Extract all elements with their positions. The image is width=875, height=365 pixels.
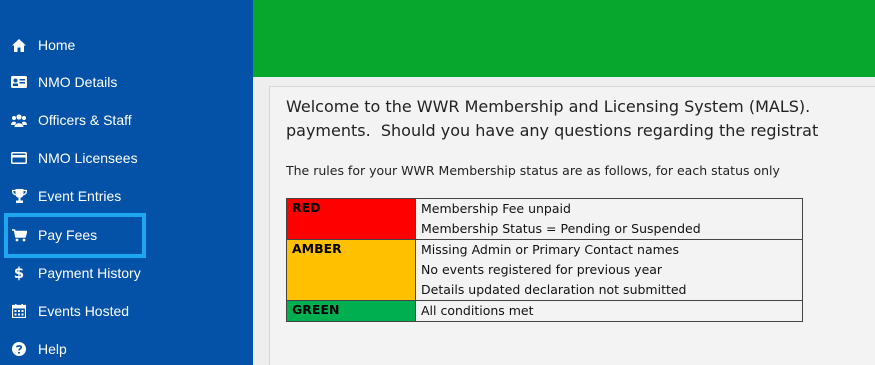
id-card-icon (11, 74, 27, 90)
sidebar-item-label: Event Entries (38, 188, 122, 204)
status-rules-table: RED Membership Fee unpaid Membership Sta… (286, 198, 803, 322)
status-red-conditions: Membership Fee unpaid Membership Status … (415, 198, 803, 240)
trophy-icon (11, 188, 27, 204)
sidebar-item-label: Officers & Staff (38, 112, 132, 128)
table-row: RED Membership Fee unpaid Membership Sta… (286, 198, 803, 240)
status-red-cell: RED (286, 198, 416, 240)
calendar-icon (11, 303, 27, 319)
status-green-conditions: All conditions met (415, 300, 803, 322)
status-amber-conditions: Missing Admin or Primary Contact names N… (415, 239, 803, 301)
home-icon (11, 37, 27, 53)
sidebar-item-events-hosted[interactable]: Events Hosted (0, 292, 253, 330)
condition-item: Details updated declaration not submitte… (421, 282, 687, 297)
condition-item: Missing Admin or Primary Contact names (421, 242, 680, 257)
sidebar-item-label: Pay Fees (38, 227, 98, 243)
rules-intro: The rules for your WWR Membership status… (286, 163, 780, 178)
condition-item: No events registered for previous year (421, 262, 663, 277)
table-row: AMBER Missing Admin or Primary Contact n… (286, 239, 803, 301)
sidebar-item-help[interactable]: Help (0, 330, 253, 365)
sidebar-item-home[interactable]: Home (0, 26, 253, 64)
sidebar: Home NMO Details Officers & Staff NMO Li… (0, 0, 253, 365)
welcome-line-1: Welcome to the WWR Membership and Licens… (286, 97, 811, 116)
question-icon (11, 341, 27, 357)
sidebar-item-label: Events Hosted (38, 303, 130, 319)
status-green-cell: GREEN (286, 300, 416, 322)
cart-icon (11, 227, 27, 243)
sidebar-item-payment-history[interactable]: $ Payment History (0, 254, 253, 292)
status-amber-cell: AMBER (286, 239, 416, 301)
sidebar-item-officers-staff[interactable]: Officers & Staff (0, 101, 253, 139)
sidebar-item-pay-fees[interactable]: Pay Fees (0, 216, 253, 254)
sidebar-item-label: NMO Details (38, 74, 118, 90)
sidebar-item-label: NMO Licensees (38, 150, 138, 166)
condition-item: Membership Fee unpaid (421, 201, 571, 216)
sidebar-item-label: Payment History (38, 265, 141, 281)
users-icon (11, 112, 27, 128)
condition-item: All conditions met (421, 303, 534, 318)
condition-item: Membership Status = Pending or Suspended (421, 221, 701, 236)
sidebar-item-nmo-licensees[interactable]: NMO Licensees (0, 139, 253, 177)
sidebar-item-nmo-details[interactable]: NMO Details (0, 63, 253, 101)
sidebar-item-label: Home (38, 37, 76, 53)
sidebar-item-event-entries[interactable]: Event Entries (0, 177, 253, 215)
table-row: GREEN All conditions met (286, 300, 803, 322)
top-banner (253, 0, 875, 77)
sidebar-item-label: Help (38, 341, 67, 357)
welcome-text: Welcome to the WWR Membership and Licens… (286, 95, 875, 143)
welcome-line-2: payments. Should you have any questions … (286, 121, 819, 140)
credit-card-icon (11, 150, 27, 166)
dollar-icon: $ (13, 264, 25, 282)
main-content: Welcome to the WWR Membership and Licens… (269, 86, 875, 365)
